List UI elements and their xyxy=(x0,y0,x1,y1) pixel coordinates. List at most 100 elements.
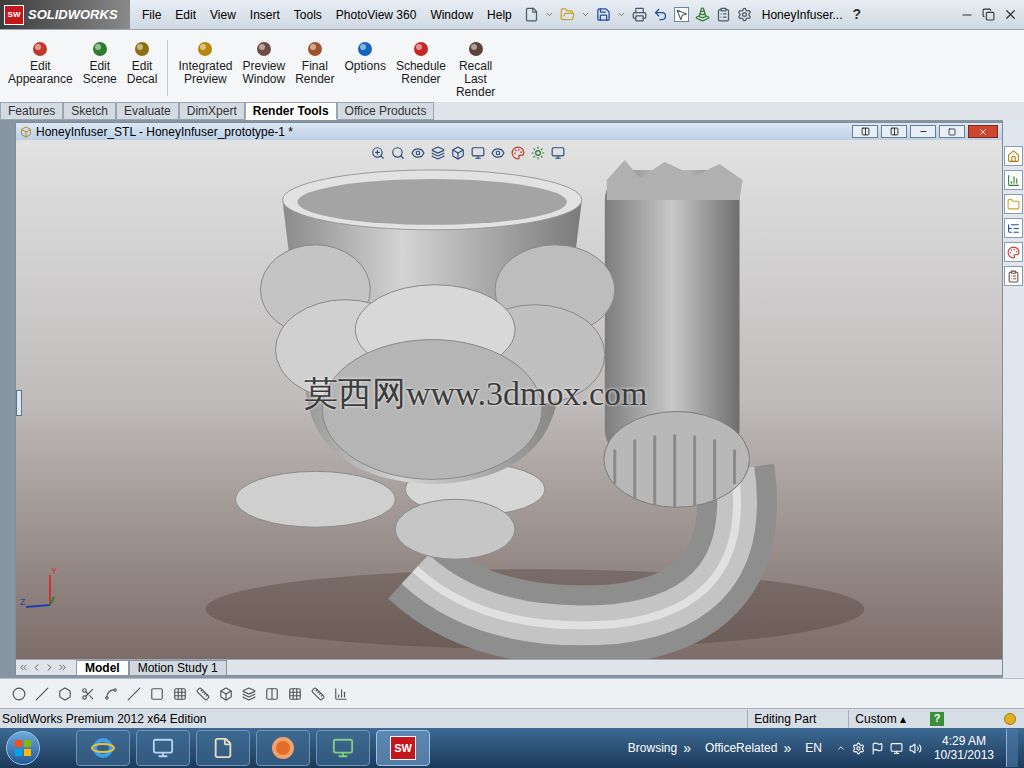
task-pane-tab[interactable] xyxy=(1004,218,1023,238)
model-tab[interactable]: Motion Study 1 xyxy=(129,660,227,676)
command-tab[interactable]: Render Tools xyxy=(245,102,337,120)
rebuild-status-icon[interactable] xyxy=(1004,713,1016,725)
menu-item[interactable]: Help xyxy=(487,6,512,24)
task-pane-tab[interactable] xyxy=(1004,146,1023,166)
trim-icon[interactable] xyxy=(81,687,95,701)
action-center-icon[interactable] xyxy=(871,742,884,755)
tray-app-icon[interactable] xyxy=(852,742,865,755)
rectangle-icon[interactable] xyxy=(150,687,164,701)
customize-icon[interactable] xyxy=(737,7,752,22)
zoom-area-icon[interactable] xyxy=(391,146,405,160)
zoom-fit-icon[interactable] xyxy=(371,146,385,160)
command-button[interactable]: IntegratedPreview xyxy=(178,40,232,86)
language-indicator[interactable]: EN xyxy=(805,739,822,757)
menu-item[interactable]: Window xyxy=(430,6,473,24)
network-icon[interactable] xyxy=(890,742,903,755)
clock[interactable]: 4:29 AM10/31/2013 xyxy=(928,734,1000,762)
maximize-button[interactable] xyxy=(939,125,965,138)
view-settings-icon[interactable] xyxy=(551,146,565,160)
menu-item[interactable]: File xyxy=(142,6,161,24)
previous-tab-icon[interactable] xyxy=(31,662,42,673)
taskbar-button[interactable] xyxy=(316,730,370,766)
units-menu[interactable]: Custom ▴ xyxy=(848,710,906,728)
command-tab[interactable]: Evaluate xyxy=(116,102,179,120)
taskbar-button[interactable]: SW xyxy=(376,730,430,766)
task-pane-tab[interactable] xyxy=(1004,242,1023,262)
start-button[interactable] xyxy=(6,731,40,765)
view-orientation-icon[interactable] xyxy=(451,146,465,160)
centerline-icon[interactable] xyxy=(127,687,141,701)
taskbar-toolbar[interactable]: Browsing» xyxy=(628,738,691,759)
open-icon[interactable] xyxy=(560,7,575,22)
undo-icon[interactable] xyxy=(653,7,668,22)
task-pane-tab[interactable] xyxy=(1004,170,1023,190)
save-icon[interactable] xyxy=(596,7,611,22)
command-button[interactable]: Options xyxy=(345,40,386,73)
taskbar-button[interactable] xyxy=(76,730,130,766)
help-button[interactable]: ? xyxy=(852,4,861,25)
minimize-button[interactable] xyxy=(910,125,936,138)
first-tab-icon[interactable] xyxy=(18,662,29,673)
taskbar-toolbar[interactable]: OfficeRelated» xyxy=(705,738,791,759)
command-button[interactable]: EditDecal xyxy=(127,40,158,86)
taskbar-button[interactable] xyxy=(256,730,310,766)
menu-item[interactable]: Insert xyxy=(250,6,280,24)
pattern-icon[interactable] xyxy=(173,687,187,701)
status-help-button[interactable]: ? xyxy=(930,712,944,726)
options-icon[interactable] xyxy=(716,7,731,22)
volume-icon[interactable] xyxy=(909,742,922,755)
appearance-icon[interactable] xyxy=(511,146,525,160)
dimension-icon[interactable] xyxy=(196,687,210,701)
taskbar-button[interactable] xyxy=(136,730,190,766)
show-hidden-icon[interactable] xyxy=(836,743,846,753)
command-button[interactable]: EditScene xyxy=(83,40,117,86)
command-button[interactable]: FinalRender xyxy=(295,40,334,86)
section-view-icon[interactable] xyxy=(431,146,445,160)
menu-item[interactable]: View xyxy=(210,6,236,24)
part-icon[interactable] xyxy=(219,687,233,701)
task-pane-tab[interactable] xyxy=(1004,266,1023,286)
point-icon[interactable] xyxy=(12,687,26,701)
model-tab[interactable]: Model xyxy=(76,660,129,676)
command-button[interactable]: PreviewWindow xyxy=(242,40,285,86)
menu-item[interactable]: Tools xyxy=(294,6,322,24)
previous-view-icon[interactable] xyxy=(411,146,425,160)
panel-handle[interactable] xyxy=(16,390,22,416)
layer-icon[interactable] xyxy=(242,687,256,701)
command-button[interactable]: RecallLastRender xyxy=(456,40,495,99)
rebuild-icon[interactable] xyxy=(695,7,710,22)
command-tab[interactable]: Features xyxy=(0,102,63,120)
chart-icon[interactable] xyxy=(334,687,348,701)
hide-show-icon[interactable] xyxy=(491,146,505,160)
task-pane-tab[interactable] xyxy=(1004,194,1023,214)
tile-right-button[interactable] xyxy=(881,125,907,138)
restore-icon[interactable] xyxy=(982,8,995,21)
measure-icon[interactable] xyxy=(311,687,325,701)
next-tab-icon[interactable] xyxy=(44,662,55,673)
show-desktop-button[interactable] xyxy=(1006,729,1018,767)
close-button[interactable] xyxy=(968,125,998,138)
print-icon[interactable] xyxy=(632,7,647,22)
last-tab-icon[interactable] xyxy=(57,662,68,673)
command-tab[interactable]: Office Products xyxy=(337,102,435,120)
split-icon[interactable] xyxy=(265,687,279,701)
taskbar-button[interactable] xyxy=(196,730,250,766)
display-style-icon[interactable] xyxy=(471,146,485,160)
new-icon[interactable] xyxy=(524,7,539,22)
spline-icon[interactable] xyxy=(104,687,118,701)
select-icon[interactable] xyxy=(674,7,689,22)
polygon-icon[interactable] xyxy=(58,687,72,701)
command-button[interactable]: EditAppearance xyxy=(8,40,73,86)
minimize-icon[interactable] xyxy=(960,8,974,22)
command-button[interactable]: ScheduleRender xyxy=(396,40,446,86)
menu-item[interactable]: PhotoView 360 xyxy=(336,6,417,24)
grid-icon[interactable] xyxy=(288,687,302,701)
close-icon[interactable] xyxy=(1003,7,1018,22)
graphics-area[interactable]: 莫西网www.3dmox.comYZ xyxy=(16,140,1002,659)
scene-icon[interactable] xyxy=(531,146,545,160)
tile-left-button[interactable] xyxy=(852,125,878,138)
command-tab[interactable]: DimXpert xyxy=(179,102,245,120)
menu-item[interactable]: Edit xyxy=(175,6,196,24)
command-tab[interactable]: Sketch xyxy=(63,102,116,120)
line-icon[interactable] xyxy=(35,687,49,701)
